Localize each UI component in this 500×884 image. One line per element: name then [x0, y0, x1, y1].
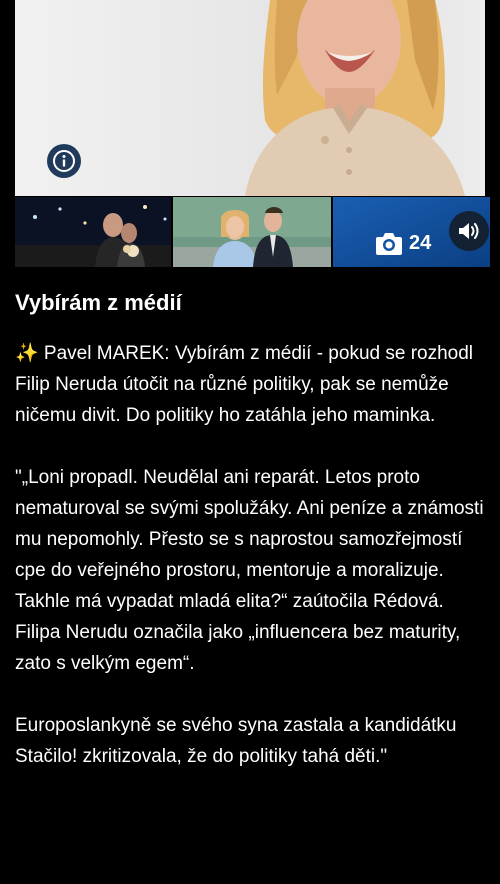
thumbnail-concert-image	[15, 197, 171, 267]
gallery-photo-count[interactable]: 24	[375, 230, 431, 256]
article-title: Vybírám z médií	[15, 290, 182, 315]
sound-toggle-button[interactable]	[449, 211, 489, 251]
hero-photo-woman	[245, 0, 465, 196]
photo-count: 24	[409, 231, 432, 254]
thumbnail-couple-image	[173, 197, 331, 267]
camera-icon	[376, 233, 402, 255]
article-paragraph-1: ✨ Pavel MAREK: Vybírám z médií - pokud s…	[15, 343, 474, 426]
gallery-thumbnail-2[interactable]	[173, 197, 331, 267]
article-paragraph-3: Europoslankyně se svého syna zastala a k…	[15, 715, 457, 767]
article-paragraph-2: "„Loni propadl. Neudělal ani reparát. Le…	[15, 467, 484, 674]
article-body: Vybírám z médií ✨ Pavel MAREK: Vybírám z…	[15, 288, 485, 803]
info-button[interactable]	[47, 144, 81, 178]
speaker-icon	[459, 223, 479, 239]
gallery-thumbnail-1[interactable]	[15, 197, 171, 267]
info-icon	[53, 150, 75, 172]
hero-image[interactable]	[15, 0, 485, 196]
